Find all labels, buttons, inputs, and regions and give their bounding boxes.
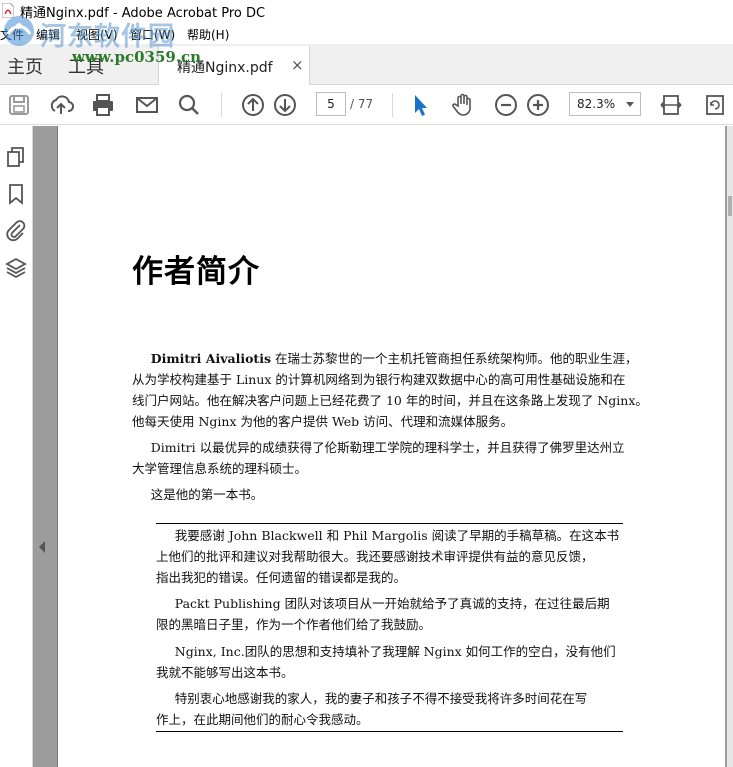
acrobat-app-icon <box>2 3 14 18</box>
zoom-level-value: 82.3% <box>577 97 616 111</box>
text-line: 在瑞士苏黎世的一个主机托管商担任系统架构师。他的职业生涯， <box>270 351 638 366</box>
vertical-scrollbar[interactable] <box>727 126 733 767</box>
ack-paragraph-3: Nginx, Inc.团队的思想和支持填补了我理解 Nginx 如何工作的空白，… <box>156 641 616 683</box>
rotate-page-icon[interactable] <box>702 92 728 118</box>
menu-edit[interactable]: 编辑 <box>36 26 60 43</box>
text-line: 他每天使用 Nginx 为他的客户提供 Web 访问、代理和流媒体服务。 <box>132 414 514 429</box>
ack-paragraph-4: 特别衷心地感谢我的家人，我的妻子和孩子不得不接受我将许多时间花在写 作上，在此期… <box>156 688 587 730</box>
save-icon[interactable] <box>6 92 32 118</box>
text-line: 线门户网站。他在解决客户问题上已经花费了 10 年的时间，并且在这条路上发现了 … <box>132 393 648 408</box>
tab-document-label: 精通Nginx.pdf <box>177 60 273 76</box>
tab-close-icon[interactable]: × <box>291 56 304 74</box>
page-up-icon[interactable] <box>240 92 266 118</box>
tab-bar: 主页 工具 精通Nginx.pdf × <box>0 44 733 85</box>
ack-paragraph-2: Packt Publishing 团队对该项目从一开始就给予了真诚的支持，在过往… <box>156 593 610 635</box>
menu-window[interactable]: 窗口(W) <box>130 26 175 43</box>
toolbar-divider <box>392 93 393 117</box>
toolbar-divider <box>221 93 222 117</box>
section-rule-top <box>156 523 623 524</box>
print-icon[interactable] <box>90 92 116 118</box>
text-line: 作上，在此期间他们的耐心令我感动。 <box>156 712 369 727</box>
text-line: 这是他的第一本书。 <box>150 487 264 502</box>
text-line: Packt Publishing 团队对该项目从一开始就给予了真诚的支持，在过往… <box>174 596 610 611</box>
text-line: Dimitri 以最优异的成绩获得了伦斯勒理工学院的理科学士，并且获得了佛罗里达… <box>150 440 625 455</box>
window-title: 精通Nginx.pdf - Adobe Acrobat Pro DC <box>20 6 266 21</box>
ack-paragraph-1: 我要感谢 John Blackwell 和 Phil Margolis 阅读了早… <box>156 525 619 588</box>
text-line: 限的黑暗日子里，作为一个作者他们给了我鼓励。 <box>156 617 432 632</box>
text-line: 从为学校构建基于 Linux 的计算机网络到为银行构建双数据中心的高可用性基础设… <box>132 372 626 387</box>
scrollbar-thumb[interactable] <box>728 196 732 216</box>
bio-paragraph-1: Dimitri Aivaliotis 在瑞士苏黎世的一个主机托管商担任系统架构师… <box>132 348 648 432</box>
text-line: 指出我犯的错误。任何遗留的错误都是我的。 <box>156 570 407 585</box>
bio-paragraph-3: 这是他的第一本书。 <box>132 484 264 505</box>
layers-icon[interactable] <box>4 256 28 280</box>
text-line: 大学管理信息系统的理科硕士。 <box>132 461 308 476</box>
toolbar: 5 / 77 82.3% <box>0 85 733 125</box>
attachments-icon[interactable] <box>4 218 28 242</box>
tab-document[interactable]: 精通Nginx.pdf × <box>158 46 310 85</box>
text-line: 上他们的批评和建议对我帮助很大。我还要感谢技术审评提供有益的意见反馈， <box>156 549 594 564</box>
zoom-in-icon[interactable] <box>525 92 551 118</box>
zoom-level-select[interactable]: 82.3% <box>569 92 641 116</box>
page-number-input[interactable]: 5 <box>316 92 346 116</box>
chevron-down-icon <box>626 102 634 107</box>
tab-home[interactable]: 主页 <box>7 53 43 79</box>
zoom-out-icon[interactable] <box>493 92 519 118</box>
menu-help[interactable]: 帮助(H) <box>187 26 229 43</box>
page-down-icon[interactable] <box>272 92 298 118</box>
text-line: 我要感谢 John Blackwell 和 Phil Margolis 阅读了早… <box>174 528 620 543</box>
text-line: 特别衷心地感谢我的家人，我的妻子和孩子不得不接受我将许多时间花在写 <box>174 691 588 706</box>
upload-icon[interactable] <box>48 92 75 118</box>
menu-view[interactable]: 视图(V) <box>76 26 118 43</box>
email-icon[interactable] <box>134 92 160 118</box>
page-heading: 作者简介 <box>132 254 260 290</box>
fit-page-icon[interactable] <box>658 92 684 118</box>
navigation-pane <box>0 126 33 767</box>
bio-paragraph-2: Dimitri 以最优异的成绩获得了伦斯勒理工学院的理科学士，并且获得了佛罗里达… <box>132 437 625 479</box>
text-line: Nginx, Inc.团队的思想和支持填补了我理解 Nginx 如何工作的空白，… <box>174 644 616 659</box>
collapse-panel-icon[interactable] <box>39 541 45 553</box>
section-rule-bottom <box>156 731 623 732</box>
menu-file[interactable]: 文件 <box>0 26 24 43</box>
menu-bar: 文件 编辑 视图(V) 窗口(W) 帮助(H) <box>0 22 733 44</box>
page-total: / 77 <box>350 97 374 111</box>
bookmarks-icon[interactable] <box>4 182 28 206</box>
hand-tool-icon[interactable] <box>450 92 476 118</box>
search-icon[interactable] <box>176 92 202 118</box>
page-thumbnails-icon[interactable] <box>4 145 28 169</box>
author-name: Dimitri Aivaliotis <box>150 351 271 366</box>
tab-tools[interactable]: 工具 <box>68 53 104 79</box>
text-line: 我就不能够写出这本书。 <box>156 665 294 680</box>
select-pointer-icon[interactable] <box>407 92 433 118</box>
title-bar: 精通Nginx.pdf - Adobe Acrobat Pro DC <box>0 0 733 22</box>
